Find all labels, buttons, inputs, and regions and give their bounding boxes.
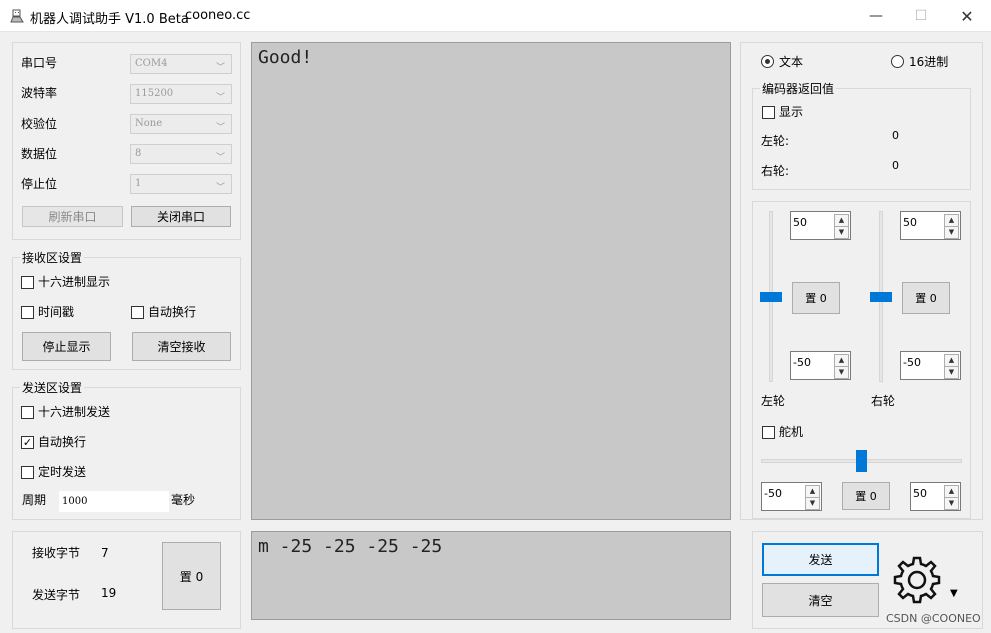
encoder-left-value: 0 [892, 129, 899, 142]
app-icon [10, 9, 24, 23]
right-min-value: -50 [903, 356, 921, 369]
hex-display-checkbox[interactable] [21, 276, 34, 289]
encoder-right-value: 0 [892, 159, 899, 172]
servo-slider-thumb[interactable] [856, 450, 867, 472]
timed-send-label: 定时发送 [38, 465, 87, 479]
servo-max-value: 50 [913, 487, 927, 500]
right-max-spinbox[interactable]: 50 ▲ ▼ [900, 211, 961, 240]
watermark: CSDN @COONEO [886, 612, 981, 625]
send-auto-newline-label: 自动换行 [38, 435, 87, 449]
refresh-port-button[interactable]: 刷新串口 [22, 206, 123, 227]
spin-down-icon[interactable]: ▼ [834, 366, 849, 379]
servo-reset-button[interactable]: 置 0 [842, 482, 890, 510]
baud-value: 115200 [135, 88, 174, 99]
clear-receive-button[interactable]: 清空接收 [132, 332, 231, 361]
spin-down-icon[interactable]: ▼ [805, 497, 820, 510]
parity-select[interactable]: None ﹀ [130, 114, 232, 134]
period-label: 周期 [22, 493, 47, 507]
servo-min-value: -50 [764, 487, 782, 500]
spin-down-icon[interactable]: ▼ [834, 226, 849, 239]
hex-mode-radio[interactable] [891, 55, 904, 68]
left-max-spinbox[interactable]: 50 ▲ ▼ [790, 211, 851, 240]
stopbits-label: 停止位 [21, 177, 58, 191]
hex-send-label: 十六进制发送 [38, 405, 111, 419]
left-wheel-label: 左轮 [761, 394, 786, 408]
servo-min-spinbox[interactable]: -50 ▲ ▼ [761, 482, 822, 511]
minimize-button[interactable]: — [853, 0, 899, 32]
left-max-value: 50 [793, 216, 807, 229]
send-bytes-value: 19 [101, 586, 117, 600]
timed-send-checkbox[interactable] [21, 466, 34, 479]
period-unit: 毫秒 [171, 493, 196, 507]
send-bytes-label: 发送字节 [32, 588, 81, 602]
maximize-button[interactable]: ☐ [898, 0, 944, 32]
right-min-spinbox[interactable]: -50 ▲ ▼ [900, 351, 961, 380]
stop-display-button[interactable]: 停止显示 [22, 332, 111, 361]
encoder-show-label: 显示 [779, 105, 804, 119]
port-value: COM4 [135, 58, 168, 69]
parity-value: None [135, 118, 163, 129]
spin-down-icon[interactable]: ▼ [944, 366, 959, 379]
servo-label: 舵机 [779, 425, 804, 439]
baud-label: 波特率 [21, 86, 58, 100]
right-wheel-label: 右轮 [871, 394, 896, 408]
port-select[interactable]: COM4 ﹀ [130, 54, 232, 74]
databits-label: 数据位 [21, 147, 58, 161]
text-mode-radio[interactable] [761, 55, 774, 68]
chevron-down-icon: ﹀ [215, 63, 225, 73]
parity-label: 校验位 [21, 117, 58, 131]
period-input[interactable]: 1000 [59, 491, 169, 512]
timestamp-checkbox[interactable] [21, 306, 34, 319]
hex-display-label: 十六进制显示 [38, 275, 111, 289]
receive-textarea[interactable]: Good! [251, 42, 731, 520]
right-wheel-slider-thumb[interactable] [870, 291, 892, 302]
encoder-title: 编码器返回值 [760, 80, 837, 97]
close-button[interactable]: ✕ [944, 0, 990, 32]
recv-auto-newline-checkbox[interactable] [131, 306, 144, 319]
right-reset-button[interactable]: 置 0 [902, 282, 950, 314]
databits-value: 8 [135, 148, 142, 159]
port-label: 串口号 [21, 56, 58, 70]
left-wheel-slider-thumb[interactable] [760, 291, 782, 302]
spin-down-icon[interactable]: ▼ [944, 226, 959, 239]
baud-select[interactable]: 115200 ﹀ [130, 84, 232, 104]
chevron-down-icon: ﹀ [215, 183, 225, 193]
chevron-down-icon: ﹀ [215, 123, 225, 133]
chevron-down-icon: ﹀ [215, 153, 225, 163]
window-url: cooneo.cc [185, 8, 251, 23]
hex-send-checkbox[interactable] [21, 406, 34, 419]
gear-icon[interactable] [892, 555, 942, 605]
left-min-value: -50 [793, 356, 811, 369]
recv-settings-title: 接收区设置 [20, 249, 85, 266]
title-bar: 机器人调试助手 V1.0 Beta cooneo.cc — ☐ ✕ [0, 0, 991, 32]
left-min-spinbox[interactable]: -50 ▲ ▼ [790, 351, 851, 380]
stopbits-select[interactable]: 1 ﹀ [130, 174, 232, 194]
recv-bytes-value: 7 [101, 546, 109, 560]
send-auto-newline-checkbox[interactable]: ✓ [21, 436, 34, 449]
encoder-left-label: 左轮: [761, 134, 790, 148]
caret-down-icon[interactable]: ▼ [950, 588, 958, 599]
timestamp-label: 时间戳 [38, 305, 75, 319]
encoder-right-label: 右轮: [761, 164, 790, 178]
spin-down-icon[interactable]: ▼ [944, 497, 959, 510]
send-textarea[interactable]: m -25 -25 -25 -25 [251, 531, 731, 620]
servo-checkbox[interactable] [762, 426, 775, 439]
reset-count-button[interactable]: 置 0 [162, 542, 221, 610]
window-title: 机器人调试助手 V1.0 Beta [30, 12, 189, 27]
chevron-down-icon: ﹀ [215, 93, 225, 103]
databits-select[interactable]: 8 ﹀ [130, 144, 232, 164]
close-port-button[interactable]: 关闭串口 [131, 206, 231, 227]
text-mode-label: 文本 [779, 55, 804, 69]
hex-mode-label: 16进制 [909, 55, 949, 69]
send-settings-title: 发送区设置 [20, 379, 85, 396]
clear-button[interactable]: 清空 [762, 583, 879, 617]
encoder-show-checkbox[interactable] [762, 106, 775, 119]
servo-max-spinbox[interactable]: 50 ▲ ▼ [910, 482, 961, 511]
recv-bytes-label: 接收字节 [32, 546, 81, 560]
stopbits-value: 1 [135, 178, 142, 189]
recv-auto-newline-label: 自动换行 [148, 305, 197, 319]
left-reset-button[interactable]: 置 0 [792, 282, 840, 314]
send-button[interactable]: 发送 [762, 543, 879, 576]
right-max-value: 50 [903, 216, 917, 229]
